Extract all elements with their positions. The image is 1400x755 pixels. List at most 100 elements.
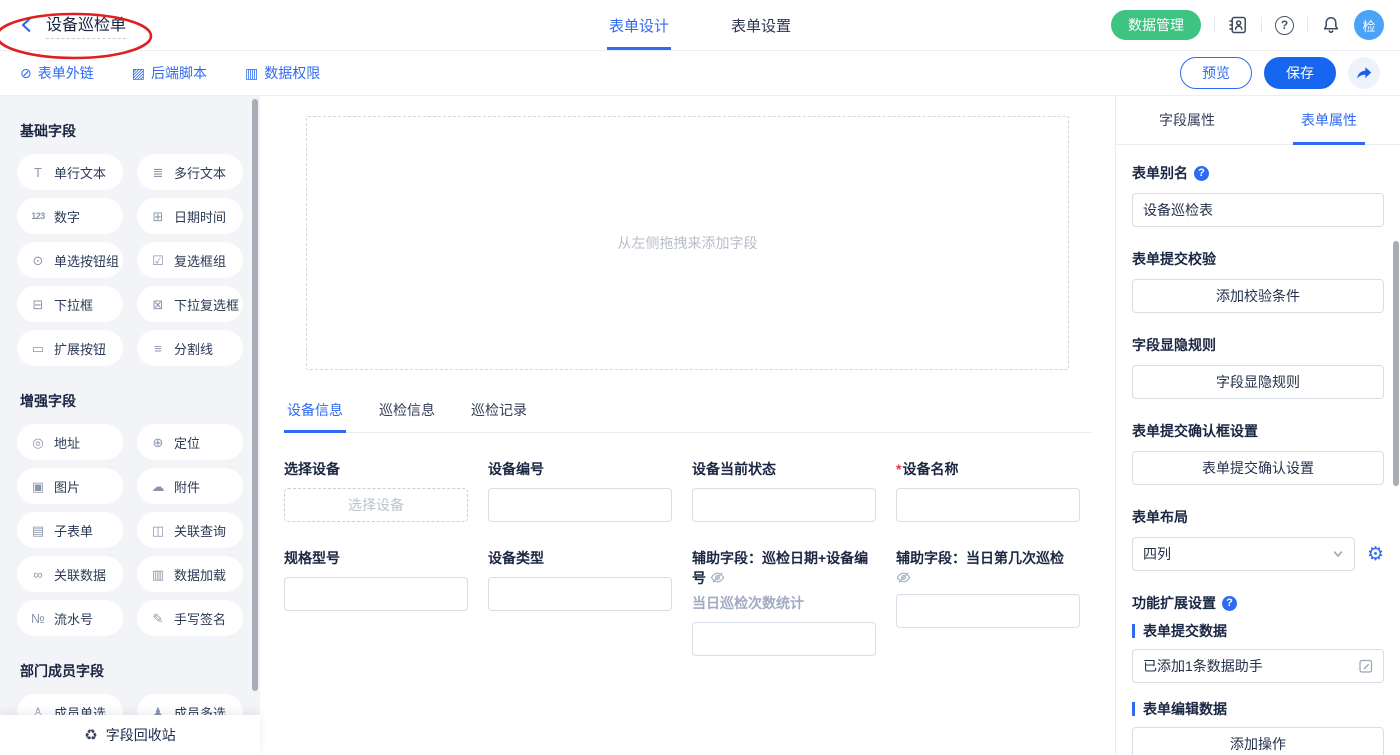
gear-icon[interactable]: ⚙: [1367, 545, 1384, 564]
submit-data-heading: 表单提交数据: [1132, 621, 1384, 641]
data-manage-button[interactable]: 数据管理: [1111, 10, 1201, 40]
field-item-label: 数字: [54, 207, 80, 226]
visibility-rules-heading: 字段显隐规则: [1132, 335, 1384, 355]
backend-script-link-label: 后端脚本: [151, 63, 207, 83]
help-icon[interactable]: ?: [1275, 16, 1294, 35]
tab-form-properties[interactable]: 表单属性: [1258, 96, 1400, 144]
field-item-label: 日期时间: [174, 207, 226, 226]
data-permission-link[interactable]: ▥ 数据权限: [245, 63, 320, 83]
field-label: *设备名称: [896, 459, 1080, 479]
field-item-linked-data[interactable]: ∞关联数据: [17, 556, 123, 592]
field-item-divider-line[interactable]: ≡分割线: [137, 330, 243, 366]
data-assistant-box[interactable]: 已添加1条数据助手: [1132, 649, 1384, 683]
edit-data-heading: 表单编辑数据: [1132, 699, 1384, 719]
field-item-image[interactable]: ▣图片: [17, 468, 123, 504]
heading-text: 表单编辑数据: [1143, 699, 1227, 719]
eye-off-icon[interactable]: [710, 570, 725, 585]
form-fields-grid: 选择设备 选择设备 设备编号 设备当前状态 *设备名称 规格型号 设备类型 辅助…: [284, 459, 1091, 656]
field-item-label: 扩展按钮: [54, 339, 106, 358]
field-item-multi-dropdown[interactable]: ⊠下拉复选框: [137, 286, 243, 322]
question-badge-icon[interactable]: ?: [1194, 166, 1209, 181]
field-device-no: 设备编号: [488, 459, 672, 522]
divider: [1261, 17, 1262, 33]
tab-device-info[interactable]: 设备信息: [284, 400, 346, 433]
form-alias-input[interactable]: 设备巡检表: [1132, 193, 1384, 227]
field-item-data-load[interactable]: ▥ 数据加载: [137, 556, 243, 592]
field-item-radio-group[interactable]: ⊙单选按钮组: [17, 242, 123, 278]
field-item-single-line-text[interactable]: T单行文本: [17, 154, 123, 190]
field-item-signature[interactable]: ✎手写签名: [137, 600, 243, 636]
field-item-extend-button[interactable]: ▭扩展按钮: [17, 330, 123, 366]
contacts-icon[interactable]: [1228, 15, 1248, 35]
eye-off-icon[interactable]: [896, 570, 1080, 585]
field-item-label: 数据加载: [174, 565, 226, 584]
field-device-status: 设备当前状态: [692, 459, 876, 522]
field-item-address[interactable]: ◎地址: [17, 424, 123, 460]
device-no-input[interactable]: [488, 488, 672, 522]
field-item-linked-query[interactable]: ◫关联查询: [137, 512, 243, 548]
edit-icon[interactable]: [1358, 658, 1374, 674]
field-recycle-bin[interactable]: ♻ 字段回收站: [0, 715, 260, 755]
properties-body: 表单别名 ? 设备巡检表 表单提交校验 添加校验条件 字段显隐规则 字段显隐规则…: [1116, 145, 1400, 755]
panel-scrollbar[interactable]: [1393, 241, 1399, 486]
location-icon: ⊕: [150, 436, 166, 449]
field-label: 设备类型: [488, 548, 672, 568]
field-item-number[interactable]: 123数字: [17, 198, 123, 234]
device-name-input[interactable]: [896, 488, 1080, 522]
backend-script-icon: ▨: [132, 66, 145, 80]
field-item-label: 分割线: [174, 339, 213, 358]
field-label: 选择设备: [284, 459, 468, 479]
page-title[interactable]: 设备巡检单: [46, 11, 126, 39]
question-badge-icon[interactable]: ?: [1222, 596, 1237, 611]
spec-model-input[interactable]: [284, 577, 468, 611]
field-item-label: 单选按钮组: [54, 251, 119, 270]
tab-inspection-record[interactable]: 巡检记录: [468, 400, 530, 433]
form-section-tabs: 设备信息 巡检信息 巡检记录: [284, 400, 1091, 433]
field-label: 设备当前状态: [692, 459, 876, 479]
properties-panel: 字段属性 表单属性 表单别名 ? 设备巡检表 表单提交校验 添加校验条件 字段显…: [1115, 96, 1400, 755]
back-button[interactable]: [18, 16, 36, 34]
form-layout-row: 四列 ⚙: [1132, 537, 1384, 571]
tab-form-design[interactable]: 表单设计: [607, 0, 671, 50]
field-item-label: 地址: [54, 433, 80, 452]
form-external-link[interactable]: ⊘ 表单外链: [20, 63, 94, 83]
field-item-dropdown[interactable]: ⊟下拉框: [17, 286, 123, 322]
field-item-location[interactable]: ⊕定位: [137, 424, 243, 460]
visibility-rules-button[interactable]: 字段显隐规则: [1132, 365, 1384, 399]
share-button[interactable]: [1348, 57, 1380, 89]
add-operation-button[interactable]: 添加操作: [1132, 727, 1384, 755]
backend-script-link[interactable]: ▨ 后端脚本: [132, 63, 207, 83]
field-item-label: 图片: [54, 477, 80, 496]
canvas-dropzone[interactable]: 从左侧拖拽来添加字段: [306, 116, 1069, 370]
tab-field-properties[interactable]: 字段属性: [1116, 96, 1258, 144]
avatar[interactable]: 检: [1354, 10, 1384, 40]
device-type-input[interactable]: [488, 577, 672, 611]
select-device-input[interactable]: 选择设备: [284, 488, 468, 522]
tab-form-settings[interactable]: 表单设置: [729, 0, 793, 50]
field-item-subform[interactable]: ▤子表单: [17, 512, 123, 548]
sidebar-scrollbar[interactable]: [252, 99, 258, 691]
aux-2-input[interactable]: [896, 594, 1080, 628]
toolbar-links: ⊘ 表单外链 ▨ 后端脚本 ▥ 数据权限: [20, 63, 320, 83]
field-item-attachment[interactable]: ☁附件: [137, 468, 243, 504]
add-check-condition-button[interactable]: 添加校验条件: [1132, 279, 1384, 313]
bell-icon[interactable]: [1321, 15, 1341, 35]
preview-button[interactable]: 预览: [1180, 57, 1252, 89]
data-permission-icon: ▥: [245, 66, 258, 80]
properties-tabs: 字段属性 表单属性: [1116, 96, 1400, 145]
field-item-datetime[interactable]: ⊞日期时间: [137, 198, 243, 234]
confirm-box-button[interactable]: 表单提交确认设置: [1132, 451, 1384, 485]
field-item-label: 下拉复选框: [174, 295, 239, 314]
submit-check-heading: 表单提交校验: [1132, 249, 1384, 269]
field-item-serial-number[interactable]: №流水号: [17, 600, 123, 636]
aux-sub-field-input[interactable]: [692, 622, 876, 656]
device-status-input[interactable]: [692, 488, 876, 522]
field-item-checkbox-group[interactable]: ☑复选框组: [137, 242, 243, 278]
section-title-basic-fields: 基础字段: [20, 121, 240, 141]
data-load-icon: ▥: [150, 568, 166, 581]
tab-inspection-info[interactable]: 巡检信息: [376, 400, 438, 433]
layout-select[interactable]: 四列: [1132, 537, 1355, 571]
single-line-text-icon: T: [30, 166, 46, 179]
field-item-multi-line-text[interactable]: ≣多行文本: [137, 154, 243, 190]
save-button[interactable]: 保存: [1264, 57, 1336, 89]
